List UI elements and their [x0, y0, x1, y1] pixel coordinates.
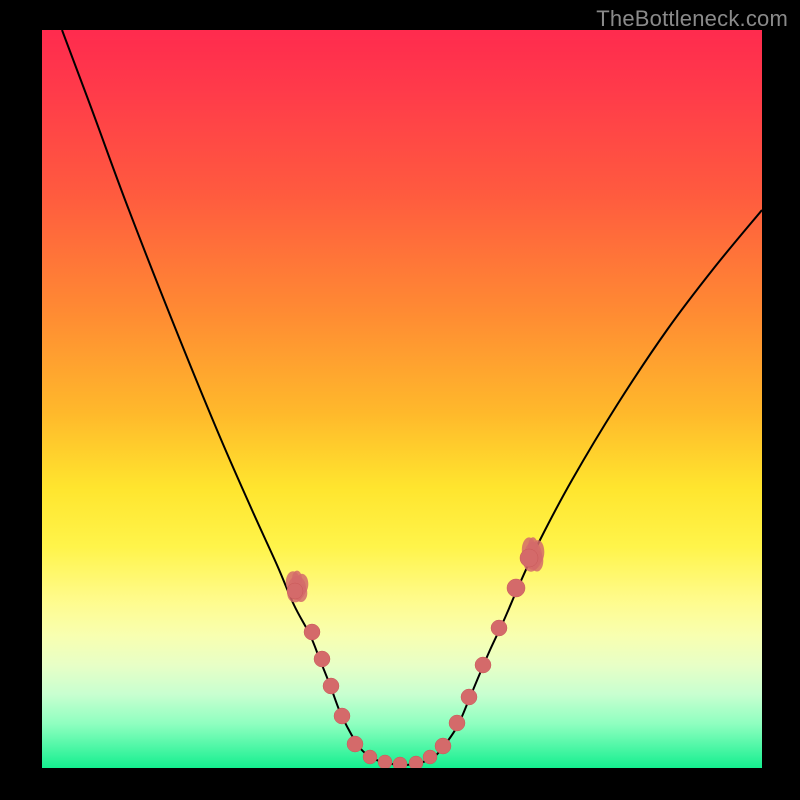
data-point	[334, 708, 350, 724]
curve-path	[62, 30, 762, 765]
data-point	[393, 757, 407, 768]
data-point	[435, 738, 451, 754]
data-point	[304, 624, 320, 640]
data-point	[287, 583, 303, 599]
data-point	[449, 715, 465, 731]
data-point	[423, 750, 437, 764]
data-point	[323, 678, 339, 694]
data-point	[520, 549, 538, 567]
markers-bottom	[363, 750, 437, 768]
data-point	[475, 657, 491, 673]
data-point	[378, 755, 392, 768]
data-point	[409, 756, 423, 768]
data-point	[314, 651, 330, 667]
data-point	[461, 689, 477, 705]
bottleneck-curve	[42, 30, 762, 768]
watermark-text: TheBottleneck.com	[596, 6, 788, 32]
data-point	[491, 620, 507, 636]
plot-area	[42, 30, 762, 768]
markers-left	[287, 583, 363, 752]
data-point	[507, 579, 525, 597]
data-point	[347, 736, 363, 752]
data-point	[363, 750, 377, 764]
chart-frame: TheBottleneck.com	[0, 0, 800, 800]
